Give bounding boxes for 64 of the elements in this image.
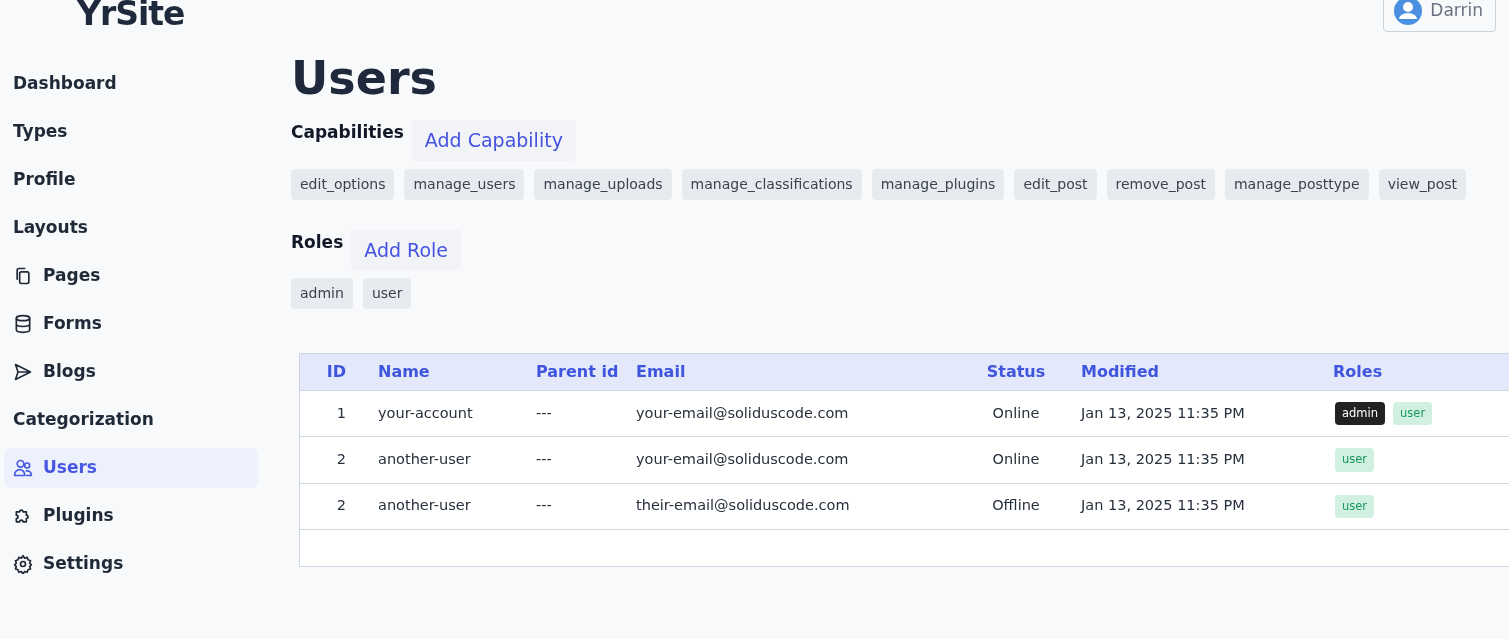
sidebar-item[interactable]: Types (4, 112, 77, 152)
capability-tag[interactable]: remove_post (1106, 168, 1215, 200)
users-icon (13, 458, 33, 478)
table-cell: Jan 13, 2025 11:35 PM (1065, 390, 1333, 437)
sidebar-item[interactable]: Users (4, 448, 258, 488)
sidebar-item[interactable]: Layouts (4, 208, 97, 248)
sidebar-item[interactable]: Dashboard (4, 64, 126, 104)
capability-tag[interactable]: view_post (1378, 168, 1467, 200)
table-cell: Offline (967, 483, 1065, 530)
table-cell: 1 (300, 390, 362, 437)
table-cell: Jan 13, 2025 11:35 PM (1065, 483, 1333, 530)
table-cell: 2 (300, 436, 362, 483)
capability-tag[interactable]: manage_users (404, 168, 525, 200)
sidebar-item[interactable]: Blogs (4, 352, 105, 392)
column-header[interactable]: Name (362, 354, 532, 391)
table-cell: your-email@soliduscode.com (632, 436, 967, 483)
column-header[interactable]: Parent id (532, 354, 632, 391)
table-cell: another-user (362, 436, 532, 483)
column-header[interactable]: Roles (1333, 354, 1509, 391)
table-cell: --- (532, 436, 632, 483)
sidebar-item[interactable]: Pages (4, 256, 110, 296)
role-tag: user (1335, 448, 1375, 472)
role-tag[interactable]: user (362, 278, 412, 309)
send-icon (13, 362, 33, 382)
capability-tag[interactable]: manage_uploads (534, 168, 672, 200)
database-icon (13, 314, 33, 334)
capability-heading: Capabilities (291, 121, 404, 144)
sidebar-item[interactable]: Settings (4, 544, 133, 584)
gear-icon (13, 554, 33, 574)
capability-tag[interactable]: edit_options (291, 168, 395, 200)
table-cell: your-account (362, 390, 532, 437)
column-header[interactable]: Email (632, 354, 967, 391)
user-menu-button[interactable]: Darrin (1383, 0, 1496, 32)
add-role-button[interactable]: Add Role (351, 229, 461, 270)
role-tag: user (1393, 402, 1433, 426)
table-cell: another-user (362, 483, 532, 530)
capability-tag[interactable]: manage_classifications (681, 168, 862, 200)
table-cell: --- (532, 390, 632, 437)
capability-tag[interactable]: manage_posttype (1224, 168, 1369, 200)
table-cell: --- (532, 483, 632, 530)
sidebar-item[interactable]: Profile (4, 160, 85, 200)
role-tag: admin (1335, 402, 1386, 426)
sidebar-item[interactable]: Categorization (4, 400, 163, 440)
column-header[interactable]: Status (967, 354, 1065, 391)
table-cell: Online (967, 390, 1065, 437)
role-tag: user (1335, 494, 1375, 518)
table-cell: Online (967, 436, 1065, 483)
avatar-icon (1394, 0, 1423, 25)
table-cell: 2 (300, 483, 362, 530)
capability-tag[interactable]: manage_plugins (871, 168, 1005, 200)
capability-tag[interactable]: edit_post (1014, 168, 1097, 200)
table-cell: Jan 13, 2025 11:35 PM (1065, 436, 1333, 483)
sidebar-item[interactable]: Forms (4, 304, 111, 344)
page-title: Users (291, 50, 438, 106)
column-header[interactable]: Modified (1065, 354, 1333, 391)
table-cell: your-email@soliduscode.com (632, 390, 967, 437)
column-header[interactable]: ID (300, 354, 362, 391)
copy-icon (13, 266, 33, 286)
table-cell: their-email@soliduscode.com (632, 483, 967, 530)
role-tag[interactable]: admin (291, 278, 353, 309)
add-capability-button[interactable]: Add Capability (411, 120, 576, 161)
sidebar-item[interactable]: Plugins (4, 496, 123, 536)
role-heading: Roles (291, 230, 344, 254)
site-logo[interactable]: YrSite (77, 0, 258, 32)
